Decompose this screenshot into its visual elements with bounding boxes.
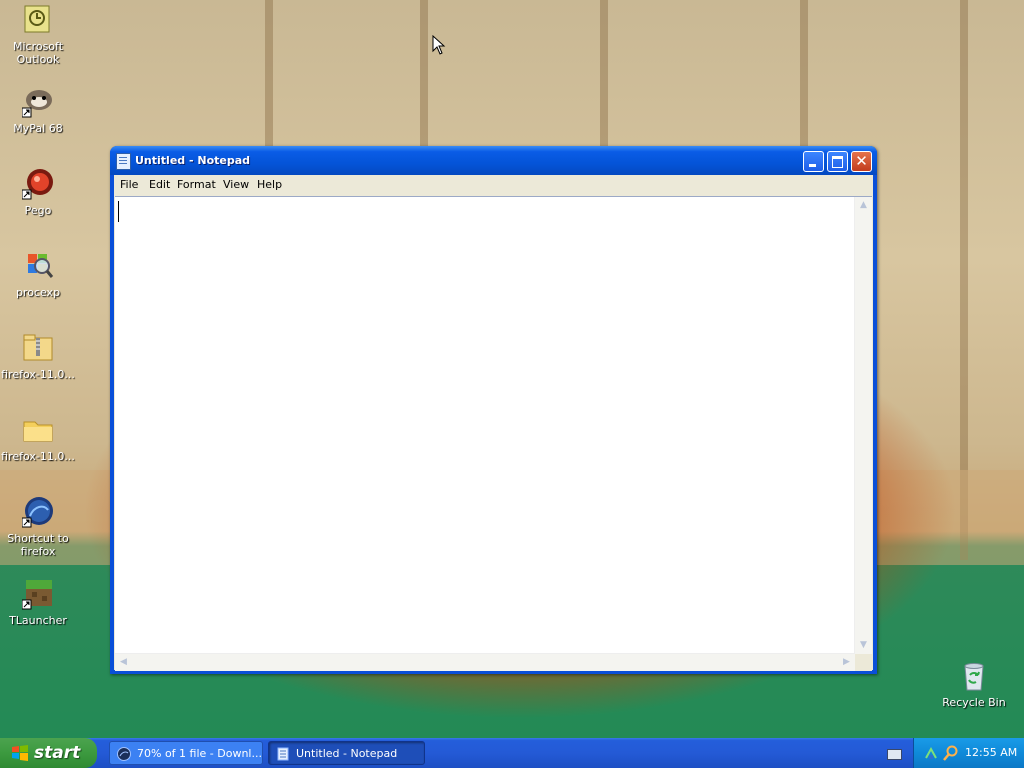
desktop-icon-label: Shortcut to firefox (7, 532, 69, 558)
text-caret (118, 201, 119, 222)
download-icon (117, 747, 131, 761)
desktop-icon-label: firefox-11.0... (1, 368, 75, 381)
taskbar-button-download[interactable]: 70% of 1 file - Downl... (109, 741, 263, 765)
menu-view[interactable]: View (223, 178, 249, 191)
minimize-button[interactable] (803, 151, 824, 172)
desktop-icon-label: Microsoft Outlook (12, 40, 64, 66)
task-label: Untitled - Notepad (296, 747, 398, 760)
desktop-icon-label: MyPal 68 (13, 122, 63, 135)
maximize-button[interactable] (827, 151, 848, 172)
menu-help[interactable]: Help (257, 178, 282, 191)
firefox-icon (21, 496, 54, 528)
network-icon[interactable] (924, 746, 938, 760)
notepad-window[interactable]: Untitled - Notepad ✕ File Edit Format Vi… (110, 146, 877, 674)
desktop-icon-mypal[interactable]: MyPal 68 (0, 86, 76, 135)
scroll-right-arrow-icon[interactable]: ▶ (839, 655, 854, 670)
system-tray: 12:55 AM (913, 738, 1024, 768)
desktop-icon-pego[interactable]: Pego (0, 168, 76, 217)
window-title: Untitled - Notepad (135, 154, 251, 167)
desktop-icon-procexp[interactable]: procexp (0, 250, 76, 299)
pego-icon (21, 168, 54, 200)
notepad-app-icon (116, 153, 131, 170)
vertical-scrollbar[interactable]: ▲ ▼ (854, 197, 872, 654)
start-button[interactable]: start (0, 738, 97, 768)
outlook-icon (22, 4, 54, 36)
menu-file[interactable]: File (120, 178, 138, 191)
mouse-cursor-icon (432, 35, 446, 55)
text-editor-area[interactable]: ▲ ▼ ◀ ▶ (115, 196, 872, 671)
clock[interactable]: 12:55 AM (965, 746, 1017, 759)
menu-format[interactable]: Format (177, 178, 216, 191)
desktop-icon-firefox-shortcut[interactable]: Shortcut to firefox (0, 496, 76, 558)
horizontal-scrollbar[interactable]: ◀ ▶ (115, 653, 855, 671)
close-icon: ✕ (855, 152, 868, 170)
taskbar: start 70% of 1 file - Downl... Untitled … (0, 738, 1024, 768)
desktop-icon-firefox-folder[interactable]: firefox-11.0... (0, 414, 76, 463)
desktop-icon-label: firefox-11.0... (1, 450, 75, 463)
keyboard-icon[interactable] (887, 749, 902, 760)
menu-bar: File Edit Format View Help (114, 175, 873, 194)
start-label: start (34, 743, 81, 763)
desktop-icon-tlauncher[interactable]: TLauncher (0, 578, 76, 627)
folder-icon (22, 414, 54, 446)
scroll-left-arrow-icon[interactable]: ◀ (116, 655, 131, 670)
desktop-icon-firefox-zip[interactable]: firefox-11.0... (0, 332, 76, 381)
taskbar-button-notepad[interactable]: Untitled - Notepad (268, 741, 425, 765)
scroll-down-arrow-icon[interactable]: ▼ (856, 638, 871, 653)
zip-folder-icon (22, 332, 54, 364)
desktop-icon-label: TLauncher (9, 614, 67, 627)
close-button[interactable]: ✕ (851, 151, 872, 172)
notepad-title-bar[interactable]: Untitled - Notepad ✕ (110, 146, 877, 175)
windows-logo-icon (12, 745, 28, 761)
search-icon[interactable] (943, 745, 958, 761)
notepad-body: File Edit Format View Help ▲ ▼ ◀ ▶ (114, 175, 873, 671)
desktop-icon-label: Pego (24, 204, 52, 217)
notepad-icon (277, 747, 289, 761)
desktop-icon-label: Recycle Bin (942, 696, 1006, 709)
desktop: Microsoft Outlook MyPal 68 Pego procexp … (0, 0, 1024, 738)
mypal-icon (21, 86, 54, 118)
procexp-icon (22, 250, 54, 282)
recycle-bin-icon (958, 660, 990, 692)
desktop-icon-outlook[interactable]: Microsoft Outlook (0, 4, 76, 66)
scroll-up-arrow-icon[interactable]: ▲ (856, 198, 871, 213)
resize-grip[interactable] (855, 654, 872, 671)
menu-edit[interactable]: Edit (149, 178, 170, 191)
task-label: 70% of 1 file - Downl... (137, 747, 262, 760)
desktop-icon-recycle-bin[interactable]: Recycle Bin (936, 660, 1012, 709)
tlauncher-icon (21, 578, 54, 610)
desktop-icon-label: procexp (15, 286, 61, 299)
